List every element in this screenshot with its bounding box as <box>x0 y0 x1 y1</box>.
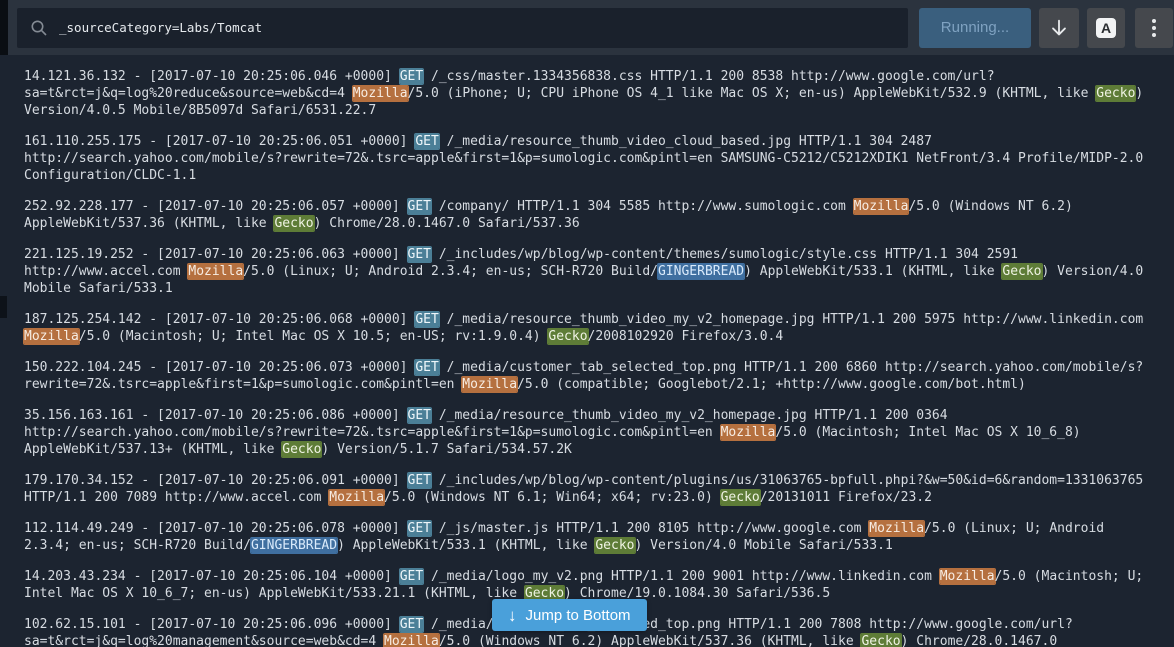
font-icon: A <box>1096 18 1116 38</box>
arrow-down-icon <box>1048 17 1070 39</box>
log-entry: 187.125.254.142 - [2017-07-10 20:25:06.0… <box>24 311 1154 345</box>
scrollbar-thumb[interactable] <box>0 296 7 318</box>
running-button[interactable]: Running... <box>919 8 1031 48</box>
arrow-down-icon: ↓ <box>508 607 517 624</box>
log-entry: 14.121.36.132 - [2017-07-10 20:25:06.046… <box>24 68 1154 119</box>
kebab-icon <box>1152 19 1156 37</box>
arrow-down-button[interactable] <box>1039 8 1079 48</box>
log-stream: 14.121.36.132 - [2017-07-10 20:25:06.046… <box>0 55 1174 647</box>
log-entry: 221.125.19.252 - [2017-07-10 20:25:06.06… <box>24 246 1154 297</box>
jump-to-bottom-button[interactable]: ↓ Jump to Bottom <box>492 599 647 631</box>
search-input[interactable] <box>57 19 881 36</box>
log-entry: 161.110.255.175 - [2017-07-10 20:25:06.0… <box>24 133 1154 184</box>
log-entry: 14.203.43.234 - [2017-07-10 20:25:06.104… <box>24 568 1154 602</box>
left-edge-strip <box>0 0 8 55</box>
search-box[interactable] <box>17 8 908 48</box>
search-icon <box>30 19 48 37</box>
log-entry: 252.92.228.177 - [2017-07-10 20:25:06.05… <box>24 198 1154 232</box>
overflow-menu-button[interactable] <box>1135 8 1173 48</box>
log-entry: 179.170.34.152 - [2017-07-10 20:25:06.09… <box>24 472 1154 506</box>
font-size-button[interactable]: A <box>1087 8 1125 48</box>
toolbar: Running... A <box>0 0 1174 55</box>
log-entry: 35.156.163.161 - [2017-07-10 20:25:06.08… <box>24 407 1154 458</box>
log-entry: 112.114.49.249 - [2017-07-10 20:25:06.07… <box>24 520 1154 554</box>
log-entry: 150.222.104.245 - [2017-07-10 20:25:06.0… <box>24 359 1154 393</box>
jump-to-bottom-label: Jump to Bottom <box>526 607 631 624</box>
